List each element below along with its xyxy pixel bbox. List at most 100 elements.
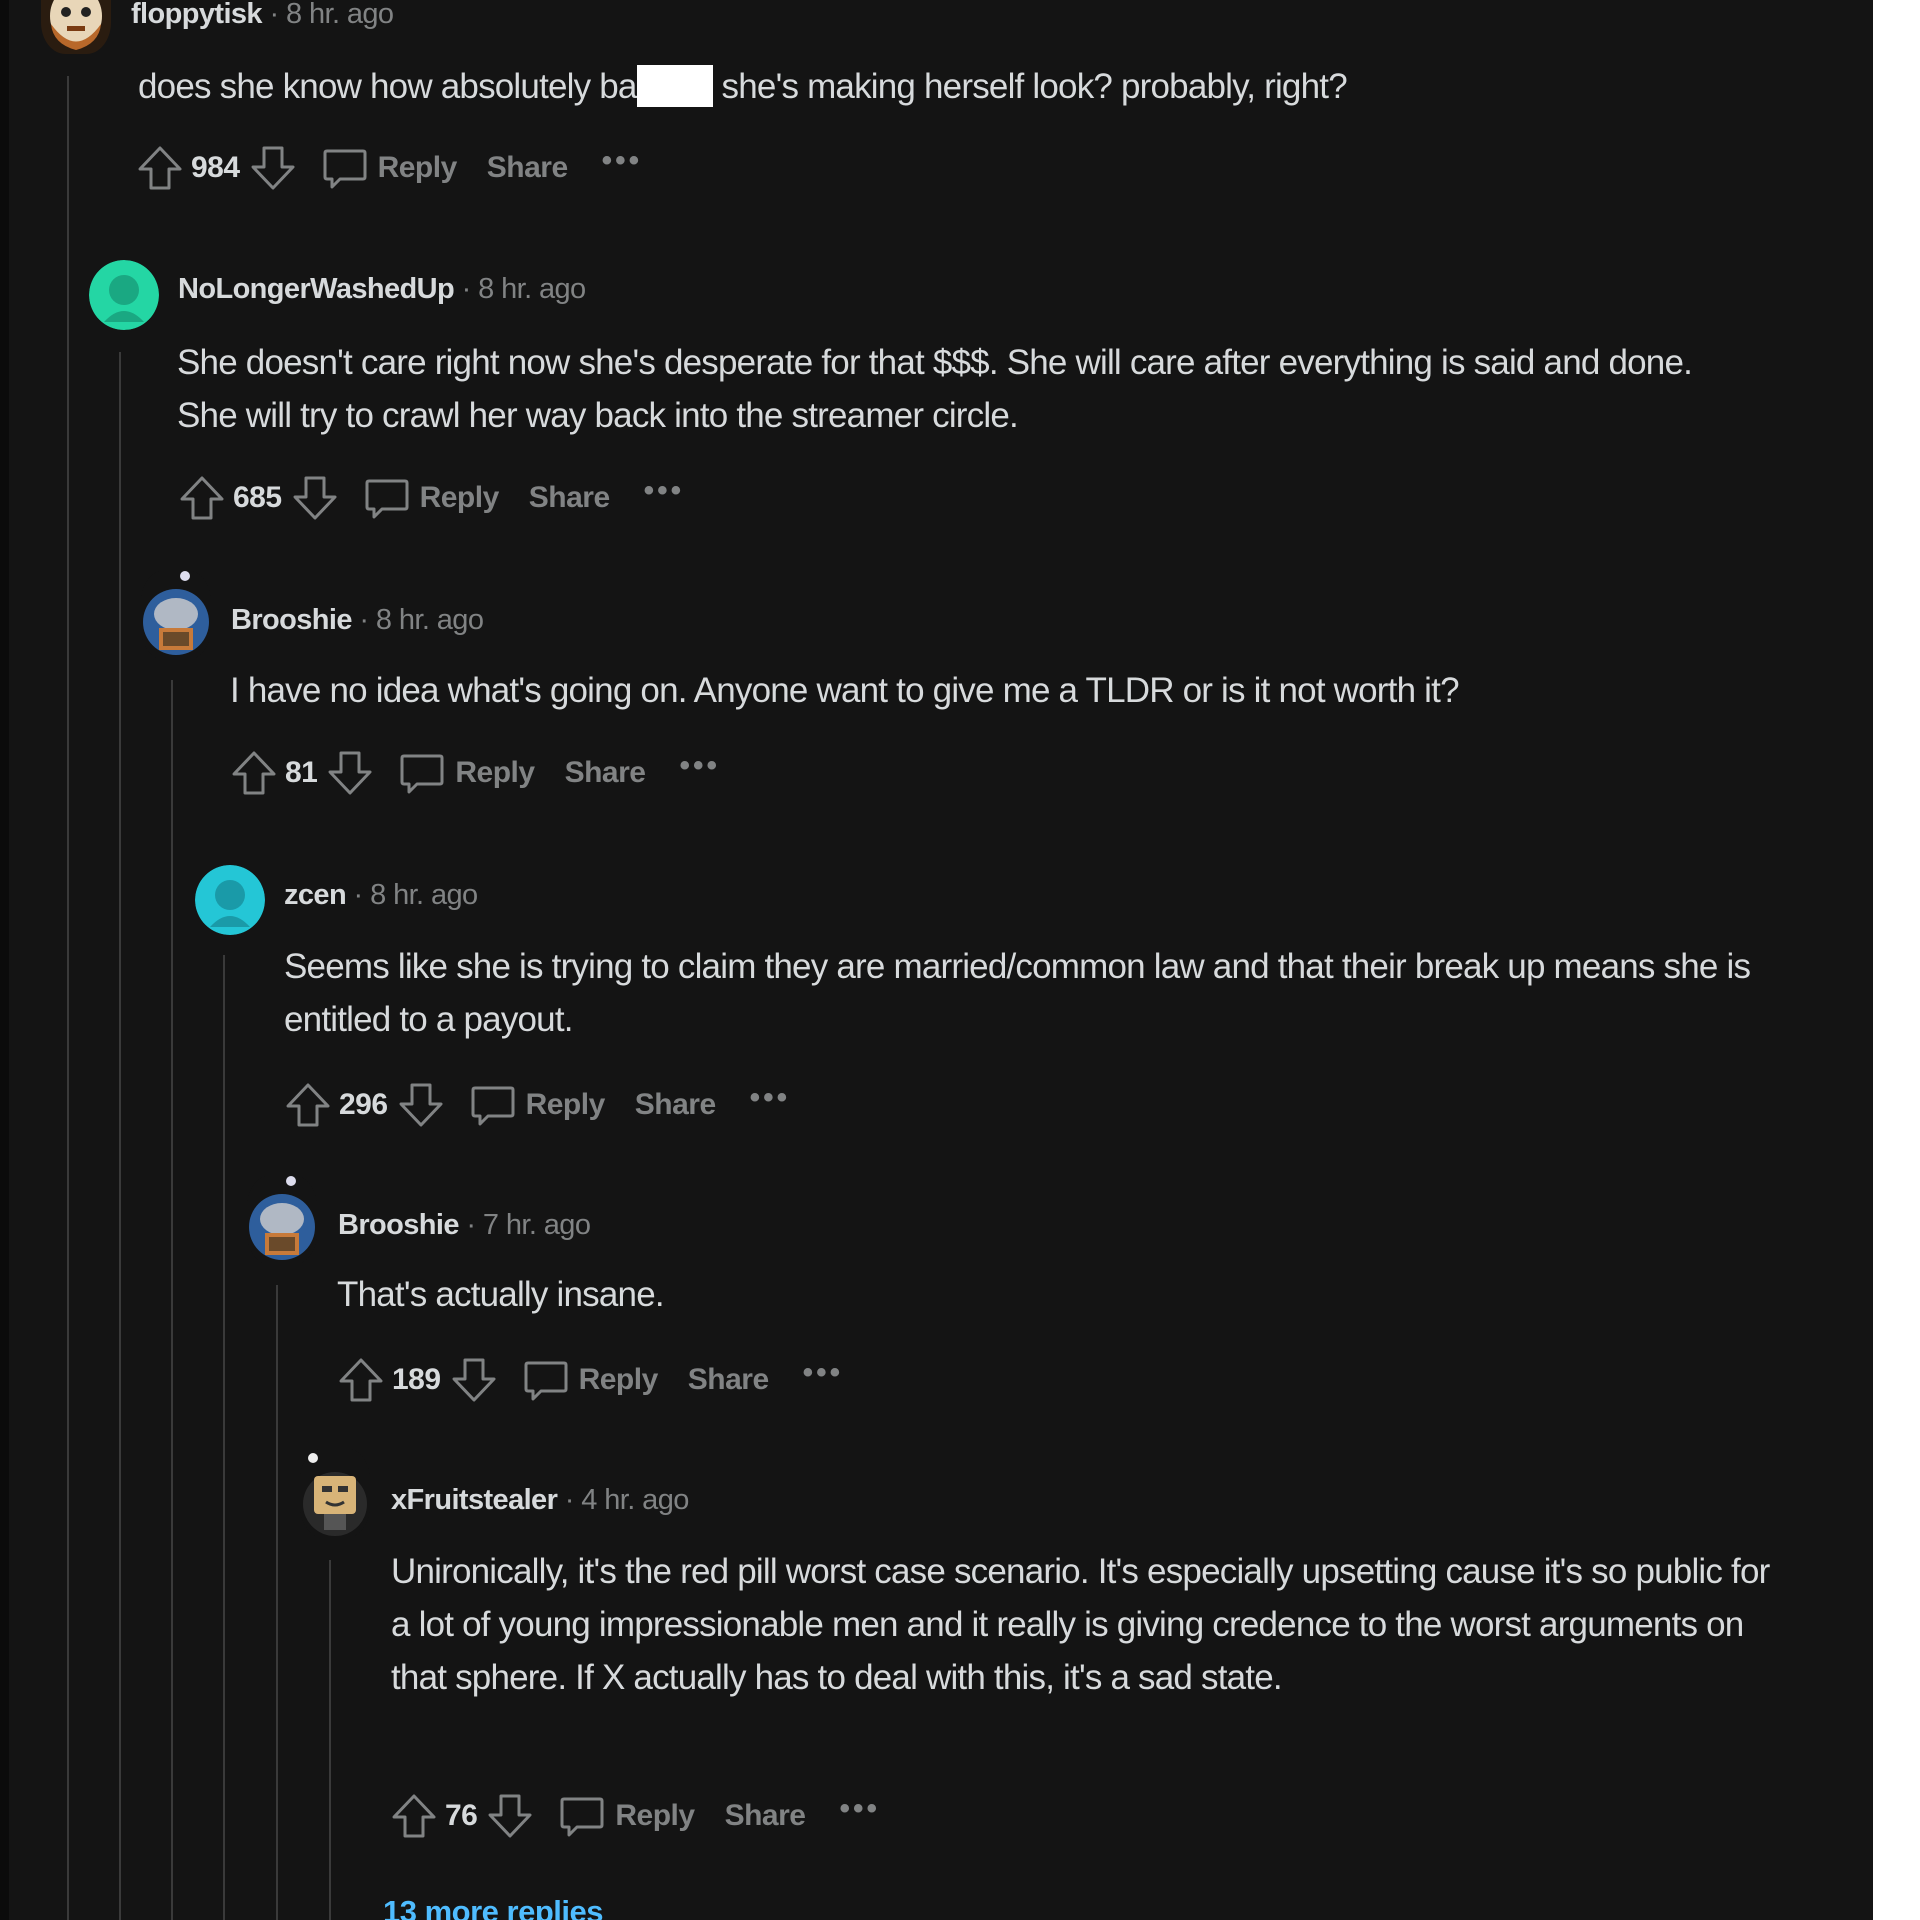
thread-line[interactable] xyxy=(223,955,225,1920)
downvote-icon[interactable] xyxy=(290,473,340,523)
comment-actions: 189 Reply Share ••• xyxy=(336,1352,843,1408)
thread-line[interactable] xyxy=(119,352,121,1920)
downvote-icon[interactable] xyxy=(449,1355,499,1405)
thread-line[interactable] xyxy=(276,1285,278,1920)
more-options-button[interactable]: ••• xyxy=(803,1358,844,1388)
vote-count: 189 xyxy=(392,1363,441,1396)
timestamp[interactable]: 8 hr. ago xyxy=(478,273,586,305)
reply-button[interactable]: Reply xyxy=(521,1355,658,1405)
reply-button[interactable]: Reply xyxy=(557,1791,695,1841)
reply-label: Reply xyxy=(525,1088,606,1121)
reply-button[interactable]: Reply xyxy=(397,748,535,798)
reply-button[interactable]: Reply xyxy=(362,473,499,523)
reply-button[interactable]: Reply xyxy=(468,1080,605,1130)
user-avatar[interactable] xyxy=(41,0,111,54)
thread-line[interactable] xyxy=(329,1560,331,1920)
comment-body: does she know how absolutely ba she's ma… xyxy=(138,60,1778,113)
upvote-icon[interactable] xyxy=(336,1355,386,1405)
meta-separator: · xyxy=(564,1484,575,1516)
comment-text: she's making herself look? probably, rig… xyxy=(712,67,1348,106)
downvote-icon[interactable] xyxy=(485,1791,535,1841)
comment-actions: 296 Reply Share ••• xyxy=(283,1077,790,1133)
vote-count: 685 xyxy=(233,481,282,514)
comment-actions: 81 Reply Share ••• xyxy=(229,745,720,801)
vote-count: 984 xyxy=(191,151,240,184)
meta-separator: · xyxy=(461,273,472,305)
more-options-button[interactable]: ••• xyxy=(679,751,720,781)
comment-meta: xFruitstealer · 4 hr. ago xyxy=(391,1484,689,1517)
comment-meta: zcen · 8 hr. ago xyxy=(284,879,478,912)
share-button[interactable]: Share xyxy=(565,756,646,790)
username[interactable]: floppytisk xyxy=(131,0,263,30)
vote-count: 296 xyxy=(339,1088,388,1121)
comment-bubble-icon xyxy=(362,473,412,523)
timestamp[interactable]: 8 hr. ago xyxy=(286,0,394,30)
more-options-button[interactable]: ••• xyxy=(839,1794,880,1824)
comment-meta: Brooshie · 7 hr. ago xyxy=(338,1209,591,1242)
redaction-box xyxy=(636,64,713,107)
user-avatar[interactable] xyxy=(247,1175,317,1265)
username[interactable]: Brooshie xyxy=(338,1209,459,1241)
meta-separator: · xyxy=(353,879,364,911)
username[interactable]: zcen xyxy=(284,879,347,911)
vote-count: 76 xyxy=(445,1799,478,1832)
comment-bubble-icon xyxy=(320,143,370,193)
share-button[interactable]: Share xyxy=(688,1363,769,1397)
timestamp[interactable]: 4 hr. ago xyxy=(581,1484,689,1516)
timestamp[interactable]: 8 hr. ago xyxy=(376,604,484,636)
upvote-icon[interactable] xyxy=(177,473,227,523)
meta-separator: · xyxy=(269,0,279,30)
reply-label: Reply xyxy=(455,756,535,789)
page: floppytisk · 8 hr. ago does she know how… xyxy=(0,0,1920,1920)
user-avatar[interactable] xyxy=(300,1448,370,1538)
comment-meta: floppytisk · 8 hr. ago xyxy=(131,0,394,31)
upvote-icon[interactable] xyxy=(135,143,185,193)
comment-thread-panel: floppytisk · 8 hr. ago does she know how… xyxy=(9,0,1873,1920)
reply-label: Reply xyxy=(615,1799,695,1832)
reply-label: Reply xyxy=(578,1363,659,1396)
reply-label: Reply xyxy=(419,481,500,514)
comment-actions: 984 Reply Share ••• xyxy=(135,140,642,196)
comment-text: does she know how absolutely ba xyxy=(138,67,637,106)
reply-button[interactable]: Reply xyxy=(320,143,457,193)
user-avatar[interactable] xyxy=(141,570,211,660)
upvote-icon[interactable] xyxy=(389,1791,439,1841)
comment-actions: 76 Reply Share ••• xyxy=(389,1788,880,1844)
more-options-button[interactable]: ••• xyxy=(750,1083,791,1113)
comment-body: Unironically, it's the red pill worst ca… xyxy=(391,1552,1770,1697)
share-button[interactable]: Share xyxy=(529,481,610,515)
thread-line[interactable] xyxy=(171,680,173,1920)
comment-body: I have no idea what's going on. Anyone w… xyxy=(230,671,1460,710)
meta-separator: · xyxy=(466,1209,476,1241)
meta-separator: · xyxy=(359,604,369,636)
comment-body: That's actually insane. xyxy=(337,1275,665,1314)
user-avatar[interactable] xyxy=(89,260,159,330)
username[interactable]: xFruitstealer xyxy=(391,1484,558,1516)
comment-bubble-icon xyxy=(521,1355,571,1405)
comment-meta: NoLongerWashedUp · 8 hr. ago xyxy=(178,273,586,306)
comment-bubble-icon xyxy=(557,1791,607,1841)
more-options-button[interactable]: ••• xyxy=(644,476,685,506)
vote-count: 81 xyxy=(285,756,318,789)
downvote-icon[interactable] xyxy=(396,1080,446,1130)
timestamp[interactable]: 7 hr. ago xyxy=(483,1209,591,1241)
user-avatar[interactable] xyxy=(195,865,265,935)
more-options-button[interactable]: ••• xyxy=(602,146,643,176)
username[interactable]: Brooshie xyxy=(231,604,352,636)
downvote-icon[interactable] xyxy=(325,748,375,798)
timestamp[interactable]: 8 hr. ago xyxy=(370,879,478,911)
upvote-icon[interactable] xyxy=(229,748,279,798)
share-button[interactable]: Share xyxy=(635,1088,716,1122)
thread-line[interactable] xyxy=(67,76,69,1920)
comment-bubble-icon xyxy=(468,1080,518,1130)
upvote-icon[interactable] xyxy=(283,1080,333,1130)
downvote-icon[interactable] xyxy=(248,143,298,193)
comment-body: She doesn't care right now she's despera… xyxy=(177,343,1693,435)
username[interactable]: NoLongerWashedUp xyxy=(178,273,455,305)
comment-meta: Brooshie · 8 hr. ago xyxy=(231,604,484,637)
more-replies-link[interactable]: 13 more replies xyxy=(383,1894,603,1920)
share-button[interactable]: Share xyxy=(487,151,568,185)
reply-label: Reply xyxy=(377,151,458,184)
page-edge xyxy=(1873,0,1920,1920)
share-button[interactable]: Share xyxy=(725,1799,806,1833)
